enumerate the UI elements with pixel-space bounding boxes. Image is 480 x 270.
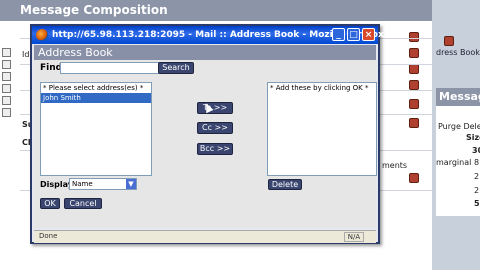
expand-icon[interactable] <box>2 60 11 69</box>
action-icon[interactable] <box>409 118 419 128</box>
address-list[interactable]: * Please select address(es) * John Smith <box>40 82 152 176</box>
action-icon[interactable] <box>409 64 419 74</box>
chevron-down-icon[interactable]: ▼ <box>126 179 136 189</box>
status-text: Done <box>39 232 58 240</box>
row-size: 2 <box>474 172 480 181</box>
find-label: Find <box>40 63 63 73</box>
ok-button[interactable]: OK <box>40 198 60 209</box>
expand-icon[interactable] <box>2 84 11 93</box>
address-book-link-label[interactable]: dress Book <box>436 48 480 57</box>
action-icon[interactable] <box>409 99 419 109</box>
cancel-button[interactable]: Cancel <box>64 198 102 209</box>
cc-button[interactable]: Cc >> <box>197 122 233 134</box>
expand-icon[interactable] <box>2 108 11 117</box>
maximize-button[interactable]: □ <box>347 28 360 41</box>
row-marginal: marginal <box>436 158 472 167</box>
status-indicator: N/A <box>344 232 364 242</box>
expand-icon[interactable] <box>2 72 11 81</box>
address-book-icon[interactable] <box>444 36 454 46</box>
minimize-button[interactable]: _ <box>332 28 345 41</box>
display-select-value: Name <box>72 180 93 188</box>
selected-recipients-list[interactable]: * Add these by clicking OK * <box>267 82 377 176</box>
row-size: 2 <box>474 186 480 195</box>
list-item[interactable]: John Smith <box>41 93 151 103</box>
window-titlebar[interactable]: http://65.98.113.218:2095 - Mail :: Addr… <box>32 26 384 44</box>
search-button[interactable]: Search <box>158 62 194 74</box>
action-icon[interactable] <box>409 80 419 90</box>
close-button[interactable]: × <box>362 28 375 41</box>
message-list-panel: Purge Dele Size 30 marginal 8 2 2 5 <box>436 106 480 216</box>
row-size: 30 <box>472 146 480 155</box>
size-column-header: Size <box>466 133 480 142</box>
address-book-header: Address Book <box>34 45 376 60</box>
attachments-label: ments <box>382 161 408 170</box>
expand-icon[interactable] <box>2 96 11 105</box>
address-book-window: http://65.98.113.218:2095 - Mail :: Addr… <box>30 24 384 244</box>
address-book-content: Find Search * Please select address(es) … <box>34 60 377 228</box>
bcc-button[interactable]: Bcc >> <box>197 143 233 155</box>
find-input[interactable] <box>60 62 162 74</box>
row-size: 8 <box>474 158 480 167</box>
firefox-icon <box>36 29 48 41</box>
action-icon[interactable] <box>409 48 419 58</box>
recipients-list-header: * Add these by clicking OK * <box>270 84 369 92</box>
delete-button[interactable]: Delete <box>268 179 302 190</box>
address-list-header: * Please select address(es) * <box>43 84 144 92</box>
status-bar: Done N/A <box>34 230 376 243</box>
action-icon[interactable] <box>409 173 419 183</box>
action-icon[interactable] <box>409 32 419 42</box>
row-size: 5 <box>474 199 480 208</box>
message-panel-header: Message <box>436 88 480 106</box>
expand-icon[interactable] <box>2 48 11 57</box>
page-header: Message Composition <box>0 0 432 21</box>
purge-link[interactable]: Purge Dele <box>438 122 480 131</box>
display-select[interactable]: Name ▼ <box>69 178 137 190</box>
